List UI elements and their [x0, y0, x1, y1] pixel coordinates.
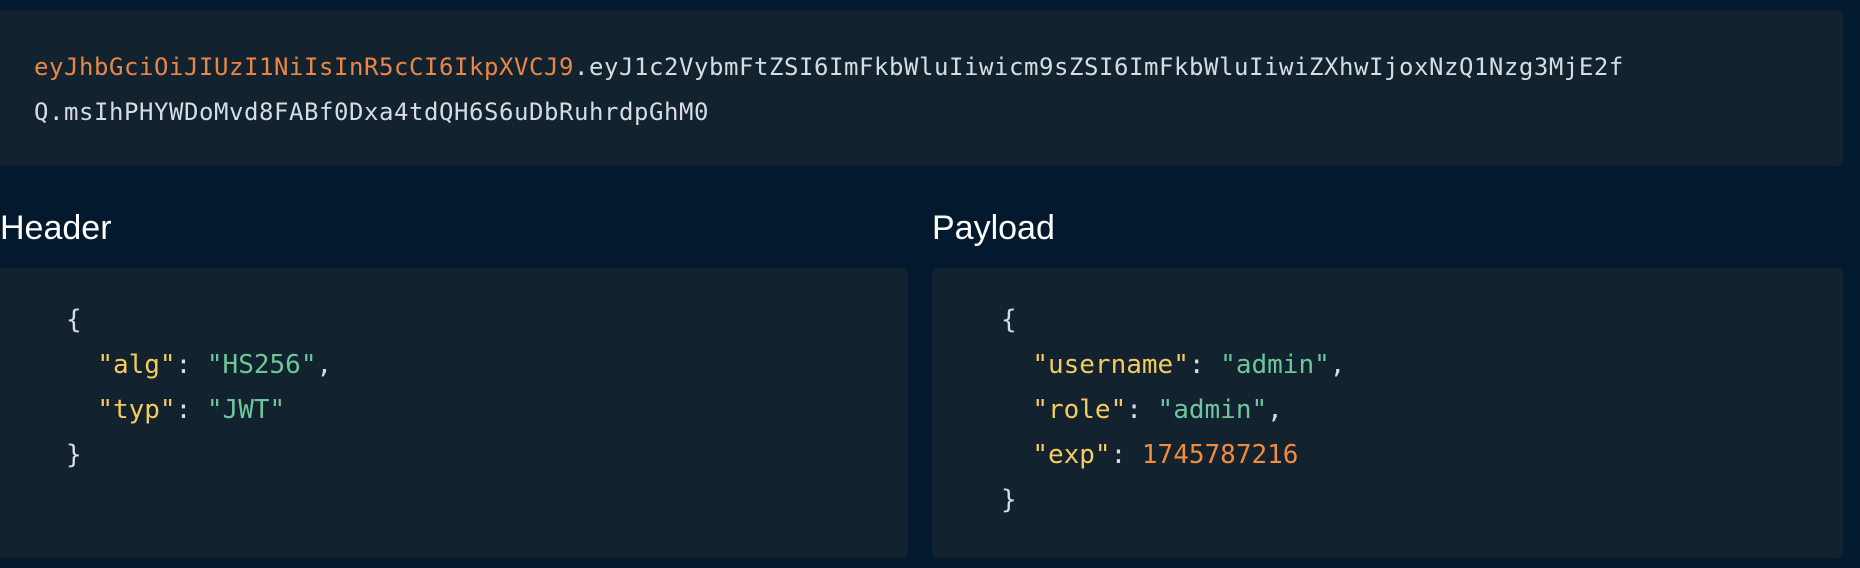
colon: :	[1110, 440, 1142, 470]
typ-value: "JWT"	[206, 395, 286, 425]
header-open-brace: {	[66, 298, 908, 343]
role-key: "role"	[1032, 395, 1127, 425]
alg-key: "alg"	[97, 350, 176, 380]
token-header-segment: eyJhbGciOiJIUzI1NiIsInR5cCI6IkpXVCJ9	[34, 53, 574, 81]
close-brace: }	[66, 440, 82, 470]
open-brace: {	[1001, 305, 1017, 335]
payload-close-brace: }	[1001, 478, 1843, 523]
typ-key: "typ"	[97, 395, 176, 425]
colon: :	[175, 395, 207, 425]
payload-open-brace: {	[1001, 298, 1843, 343]
username-value: "admin"	[1220, 350, 1330, 380]
payload-exp-line: "exp": 1745787216	[1001, 433, 1843, 478]
role-value: "admin"	[1157, 395, 1268, 425]
jwt-decoder-view: eyJhbGciOiJIUzI1NiIsInR5cCI6IkpXVCJ9.eyJ…	[0, 0, 1860, 568]
token-line-2: Q.msIhPHYWDoMvd8FABf0Dxa4tdQH6S6uDbRuhrd…	[34, 98, 709, 126]
payload-section-title: Payload	[932, 209, 1055, 247]
header-close-brace: }	[66, 433, 908, 478]
token-payload-segment: .eyJ1c2VybmFtZSI6ImFkbWluIiwicm9sZSI6ImF…	[573, 53, 1624, 81]
username-key: "username"	[1032, 350, 1189, 380]
exp-key: "exp"	[1032, 440, 1111, 470]
colon: :	[1126, 395, 1158, 425]
payload-json-panel: { "username": "admin", "role": "admin", …	[932, 268, 1843, 558]
colon: :	[1188, 350, 1221, 380]
comma: ,	[316, 350, 333, 380]
payload-role-line: "role": "admin",	[1001, 388, 1843, 433]
colon: :	[175, 350, 207, 380]
open-brace: {	[66, 305, 82, 335]
header-section-title: Header	[0, 209, 112, 247]
payload-username-line: "username": "admin",	[1001, 343, 1843, 388]
comma: ,	[1267, 395, 1283, 425]
encoded-token-box[interactable]: eyJhbGciOiJIUzI1NiIsInR5cCI6IkpXVCJ9.eyJ…	[0, 10, 1843, 166]
token-line-1: eyJhbGciOiJIUzI1NiIsInR5cCI6IkpXVCJ9.eyJ…	[34, 45, 1843, 90]
comma: ,	[1329, 350, 1346, 380]
close-brace: }	[1001, 485, 1017, 515]
header-alg-line: "alg": "HS256",	[66, 343, 908, 388]
header-json-panel: { "alg": "HS256", "typ": "JWT" }	[0, 268, 908, 558]
header-typ-line: "typ": "JWT"	[66, 388, 908, 433]
exp-value: 1745787216	[1141, 440, 1299, 470]
alg-value: "HS256"	[206, 350, 317, 380]
